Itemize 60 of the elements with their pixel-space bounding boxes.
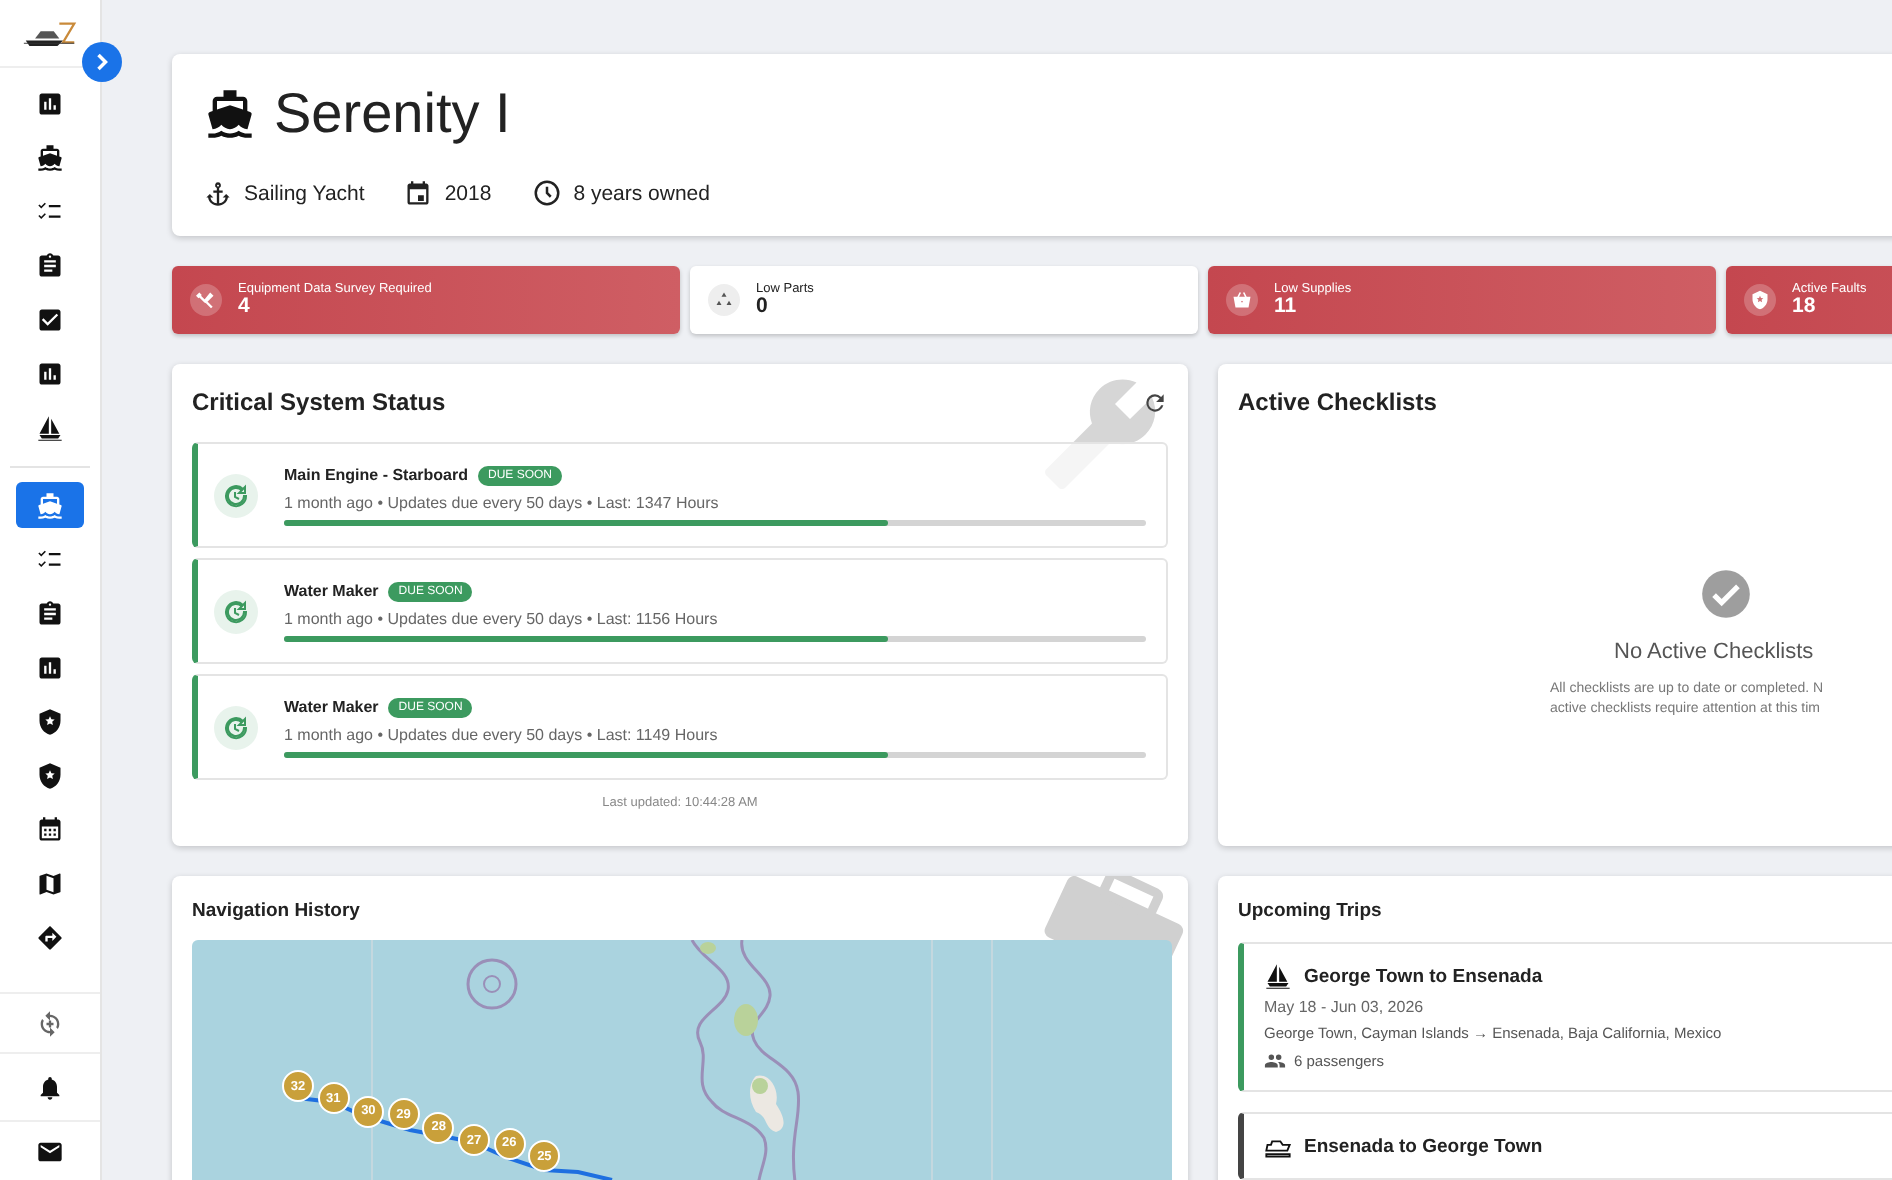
sailboat-icon: [36, 413, 64, 441]
chart-icon: [36, 89, 64, 117]
clipboard-icon: [36, 599, 64, 627]
checkbox-icon: [36, 305, 64, 333]
trip-dates: May 18 - Jun 03, 2026: [1264, 998, 1426, 1016]
ownership-duration: 8 years owned: [573, 181, 710, 205]
shield-icon: [1750, 290, 1770, 310]
system-detail: 1 month ago • Updates due every 50 days • Last: 1156 Hours: [284, 609, 720, 627]
shield-icon: [36, 761, 64, 789]
vessel-name: Serenity I: [274, 82, 511, 146]
history-icon: [224, 715, 248, 739]
panel-title: Upcoming Trips: [1238, 900, 1384, 922]
checklist-icon: [36, 545, 64, 573]
panel-title: Critical System Status: [192, 388, 446, 416]
clipboard-icon: [36, 251, 64, 279]
vessel-year: 2018: [444, 181, 492, 205]
parts-icon: [714, 290, 734, 310]
system-name: Water Maker: [284, 582, 379, 600]
system-name: Water Maker: [284, 698, 379, 716]
chart-icon: [36, 359, 64, 387]
system-detail: 1 month ago • Updates due every 50 days • Last: 1347 Hours: [284, 493, 721, 511]
stat-value: 11: [1274, 296, 1299, 318]
empty-state-title: No Active Checklists: [1614, 640, 1814, 664]
trip-title: Ensenada to George Town: [1304, 1135, 1543, 1157]
sync-icon: [36, 1009, 64, 1037]
shield-icon: [36, 707, 64, 735]
notifications-icon: [36, 1073, 64, 1101]
mail-icon: [36, 1137, 64, 1165]
stat-value: 18: [1792, 296, 1818, 318]
expand-button[interactable]: [82, 42, 122, 82]
sailboat-icon: [1264, 962, 1292, 990]
trip-title: George Town to Ensenada: [1304, 965, 1543, 987]
people-icon: [1264, 1050, 1286, 1072]
refresh-icon: [1142, 389, 1168, 415]
history-icon: [224, 483, 248, 507]
calendar-icon: [404, 179, 433, 207]
basket-icon: [1232, 290, 1252, 310]
ship-icon: [36, 143, 64, 171]
checklist-icon: [36, 197, 64, 225]
check-circle-icon: [1700, 568, 1752, 620]
panel-title: Active Checklists: [1238, 388, 1439, 416]
clock-icon: [531, 178, 562, 208]
vessel-type: Sailing Yacht: [244, 181, 365, 205]
tools-icon: [196, 290, 216, 310]
directions-icon: [36, 923, 64, 951]
ship-icon: [36, 491, 64, 519]
stat-value: 0: [756, 296, 770, 318]
system-name: Main Engine - Starboard: [284, 466, 469, 484]
ship-icon: [204, 88, 256, 140]
map-icon: [36, 869, 64, 897]
logo-icon: [22, 18, 78, 48]
anchor-icon: [204, 179, 232, 207]
panel-title: Navigation History: [192, 900, 362, 922]
chart-icon: [36, 653, 64, 681]
stat-value: 4: [238, 296, 250, 318]
trip-card[interactable]: Ensenada to George Town: [1238, 1112, 1892, 1180]
system-detail: 1 month ago • Updates due every 50 days • Last: 1149 Hours: [284, 725, 720, 743]
calendar-icon: [36, 815, 64, 843]
refresh-button[interactable]: [1142, 389, 1168, 415]
history-icon: [224, 599, 248, 623]
